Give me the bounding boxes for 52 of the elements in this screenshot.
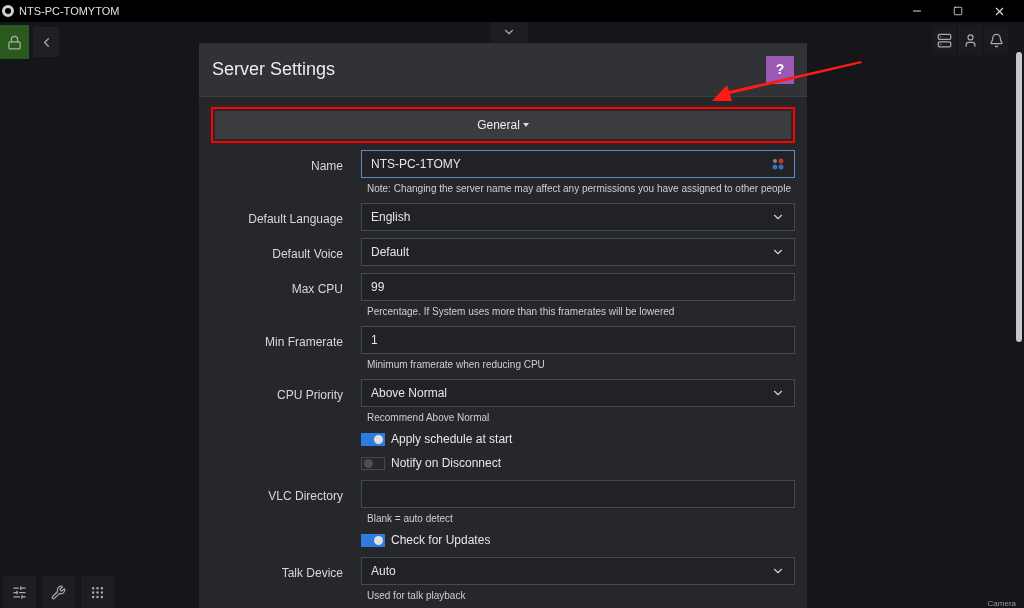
- toggle-switch[interactable]: [361, 432, 385, 446]
- bell-button[interactable]: [984, 25, 1008, 55]
- user-icon: [962, 32, 978, 48]
- bell-icon: [988, 32, 1004, 48]
- app-logo-icon: [2, 5, 14, 17]
- toggle-label: Notify on Disconnect: [391, 455, 502, 472]
- window-title: NTS-PC-TOMYTOM: [19, 3, 120, 19]
- field-label: Default Language: [248, 212, 343, 226]
- text-field[interactable]: [361, 480, 795, 508]
- grid-button[interactable]: [81, 576, 114, 608]
- dropdown[interactable]: Above Normal: [361, 379, 795, 407]
- field-label: Default Voice: [272, 247, 343, 261]
- field-hint: Used for talk playback: [366, 589, 467, 603]
- sliders-icon: [12, 584, 27, 600]
- dropdown[interactable]: Auto: [361, 557, 795, 585]
- dropdown[interactable]: English: [361, 203, 795, 231]
- field-label: Min Framerate: [264, 335, 343, 349]
- dropdown[interactable]: Default: [361, 238, 795, 266]
- lock-button[interactable]: [0, 25, 29, 59]
- field-label: Talk Device: [281, 566, 343, 580]
- field-hint: Percentage. If System uses more than this framerates will be lowered: [366, 305, 676, 319]
- field-hint: Recommend Above Normal: [366, 411, 491, 425]
- text-field[interactable]: 99: [361, 273, 795, 301]
- dots-icon: [771, 157, 785, 171]
- wrench-icon: [51, 584, 66, 600]
- toggle-switch[interactable]: [361, 456, 385, 470]
- text-field[interactable]: NTS-PC-1TOMY: [361, 150, 795, 178]
- back-button[interactable]: [33, 27, 59, 57]
- help-button[interactable]: ?: [766, 55, 794, 84]
- field-hint: Note: Changing the server name may affect any permissions you have assigned to other people: [366, 182, 792, 196]
- toggle-label: Check for Updates: [391, 532, 491, 549]
- camera-label: Camera: [987, 599, 1016, 608]
- user-button[interactable]: [958, 25, 982, 55]
- scrollbar[interactable]: [1016, 52, 1022, 342]
- sliders-button[interactable]: [3, 576, 36, 608]
- dialog-title: Server Settings: [212, 58, 337, 81]
- wrench-button[interactable]: [42, 576, 75, 608]
- text-field[interactable]: 1: [361, 326, 795, 354]
- section-dropdown[interactable]: General: [215, 111, 791, 139]
- toggle-switch[interactable]: [361, 533, 385, 547]
- field-label: VLC Directory: [268, 489, 343, 503]
- lock-icon: [7, 34, 22, 50]
- field-hint: Minimum framerate when reducing CPU: [366, 358, 546, 372]
- field-label: Max CPU: [291, 282, 343, 296]
- toggle-label: Apply schedule at start: [391, 431, 513, 448]
- field-label: Name: [311, 159, 343, 173]
- maximize-icon[interactable]: [953, 6, 963, 16]
- server-button[interactable]: [932, 25, 956, 55]
- field-hint: Blank = auto detect: [366, 512, 454, 526]
- server-icon: [936, 32, 952, 48]
- grid-icon: [90, 584, 105, 600]
- field-label: CPU Priority: [277, 388, 343, 402]
